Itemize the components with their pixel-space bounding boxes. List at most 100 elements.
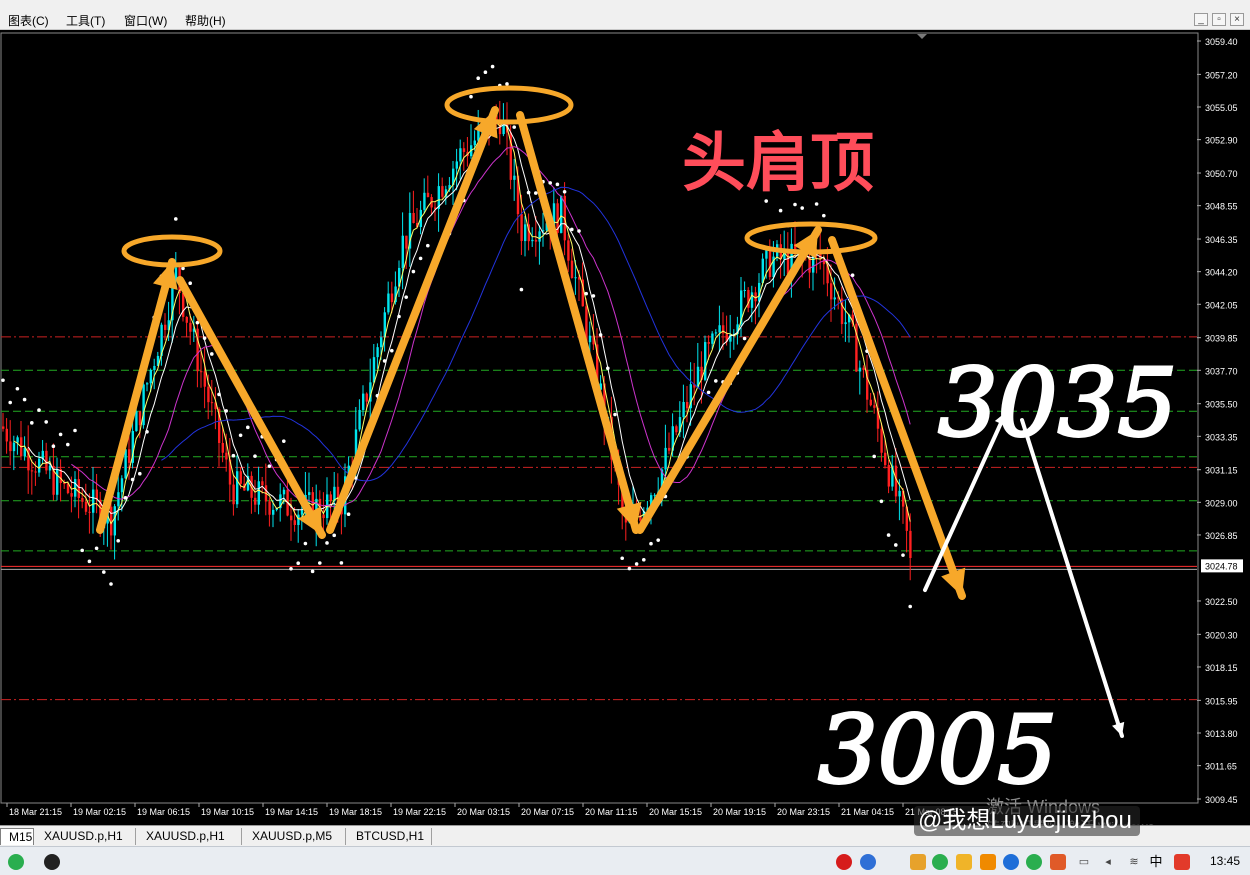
color-app-icon[interactable]: [860, 854, 876, 870]
candle-body: [844, 322, 847, 325]
bluetooth-icon[interactable]: [1003, 854, 1019, 870]
close-button[interactable]: ×: [1230, 13, 1244, 26]
price-label: 3052.90: [1205, 136, 1238, 146]
candle-body: [182, 292, 185, 317]
candle-body: [380, 337, 383, 348]
candle-body: [232, 484, 235, 505]
chart-window[interactable]: 3059.40 3057.20 3055.05 3052.90 3050.70 3048.…: [0, 30, 1250, 835]
candle-body: [225, 452, 228, 460]
volume-icon[interactable]: ◂: [1100, 854, 1116, 870]
tab-xauusd-h1-1[interactable]: XAUUSD.p,H1: [36, 828, 136, 845]
candle-body: [423, 192, 426, 210]
menu-item-tools[interactable]: 工具(T): [66, 12, 105, 29]
candle-body: [48, 465, 52, 471]
app-tray-icon[interactable]: [1050, 854, 1066, 870]
candle-body: [41, 450, 44, 459]
minimize-button[interactable]: _: [1194, 13, 1208, 26]
tab-xauusd-m5[interactable]: XAUUSD.p,M5: [244, 828, 346, 845]
time-label: 19 Mar 10:15: [201, 807, 254, 817]
candle-body: [365, 393, 368, 402]
sar-dot: [30, 421, 34, 425]
sar-dot: [339, 561, 344, 565]
candle-body: [236, 471, 239, 505]
shield-icon[interactable]: [980, 854, 996, 870]
sar-dot: [109, 582, 113, 586]
candle-body: [261, 481, 264, 486]
candle-body: [668, 447, 671, 451]
candle-body: [880, 428, 883, 453]
tab-m15[interactable]: M15: [0, 828, 34, 845]
candle-body: [873, 405, 876, 408]
sar-dot: [800, 206, 804, 210]
notification-icon[interactable]: [910, 854, 926, 870]
restore-button[interactable]: ▫: [1212, 13, 1226, 26]
tab-btcusd-h1[interactable]: BTCUSD,H1: [348, 828, 432, 845]
wechat-tray-icon[interactable]: [932, 854, 948, 870]
menu-item-help[interactable]: 帮助(H): [185, 12, 226, 29]
sogou-icon[interactable]: [1174, 854, 1190, 870]
price-label: 3009.45: [1205, 795, 1238, 805]
sar-dot: [706, 390, 711, 395]
price-label: 3048.55: [1205, 202, 1238, 212]
candle-body: [426, 192, 430, 198]
price-axis: 3059.40 3057.20 3055.05 3052.90 3050.70 3048.…: [1197, 37, 1243, 805]
sar-dot: [526, 190, 531, 195]
sar-dot: [613, 412, 617, 417]
time-label: 19 Mar 14:15: [265, 807, 318, 817]
candle-body: [401, 235, 404, 268]
candle-body: [135, 411, 138, 431]
sar-dot: [8, 400, 12, 405]
candle-body: [272, 509, 275, 515]
candle-body: [718, 325, 721, 333]
candle-body: [898, 490, 901, 497]
candle-body: [538, 231, 541, 242]
sar-dot: [58, 432, 63, 437]
candle-body: [9, 441, 12, 452]
sar-dot: [310, 569, 315, 574]
menu-item-chart[interactable]: 图表(C): [8, 12, 49, 29]
qq-icon[interactable]: [44, 854, 60, 870]
price-label: 3057.20: [1205, 70, 1238, 80]
clock[interactable]: 13:45: [1210, 854, 1240, 868]
battery-icon[interactable]: ▭: [1076, 854, 1092, 870]
candle-body: [858, 367, 862, 372]
price-label: 3015.95: [1205, 696, 1238, 706]
sar-dot: [872, 454, 876, 459]
time-label: 19 Mar 18:15: [329, 807, 382, 817]
folder-icon[interactable]: [956, 854, 972, 870]
candle-body: [524, 224, 527, 242]
candle-body: [329, 494, 332, 502]
price-chart[interactable]: 3059.40 3057.20 3055.05 3052.90 3050.70 3048.…: [0, 30, 1250, 825]
sar-dot: [649, 541, 653, 546]
wechat-icon[interactable]: [8, 854, 24, 870]
candle-body: [70, 493, 73, 497]
price-label: 3026.85: [1205, 531, 1238, 541]
sar-dot: [483, 70, 488, 75]
netease-music-icon[interactable]: [836, 854, 852, 870]
price-label: 3018.15: [1205, 663, 1238, 673]
sar-dot: [397, 314, 401, 319]
sar-dot: [296, 561, 301, 566]
candle-body: [128, 449, 131, 463]
sar-dot: [822, 213, 826, 218]
tab-xauusd-h1-2[interactable]: XAUUSD.p,H1: [138, 828, 242, 845]
candle-body: [77, 479, 80, 498]
price-label: 3031.15: [1205, 466, 1238, 476]
sar-dot: [591, 294, 596, 298]
sar-dot: [188, 281, 192, 285]
candle-body: [387, 293, 390, 313]
price-label: 3042.05: [1205, 300, 1238, 310]
candle-body: [513, 175, 516, 180]
price-label: 3020.30: [1205, 630, 1238, 640]
candle-body: [88, 511, 91, 513]
sar-dot: [382, 359, 387, 363]
candle-body: [185, 316, 188, 323]
candle-body: [120, 478, 124, 493]
ime-indicator[interactable]: 中: [1148, 854, 1164, 870]
candle-body: [686, 401, 689, 409]
wechat-tray-icon-2[interactable]: [1026, 854, 1042, 870]
candle-body: [149, 370, 152, 384]
wifi-icon[interactable]: ≋: [1126, 854, 1142, 870]
menu-item-window[interactable]: 窗口(W): [124, 12, 167, 29]
candle-body: [869, 399, 872, 406]
